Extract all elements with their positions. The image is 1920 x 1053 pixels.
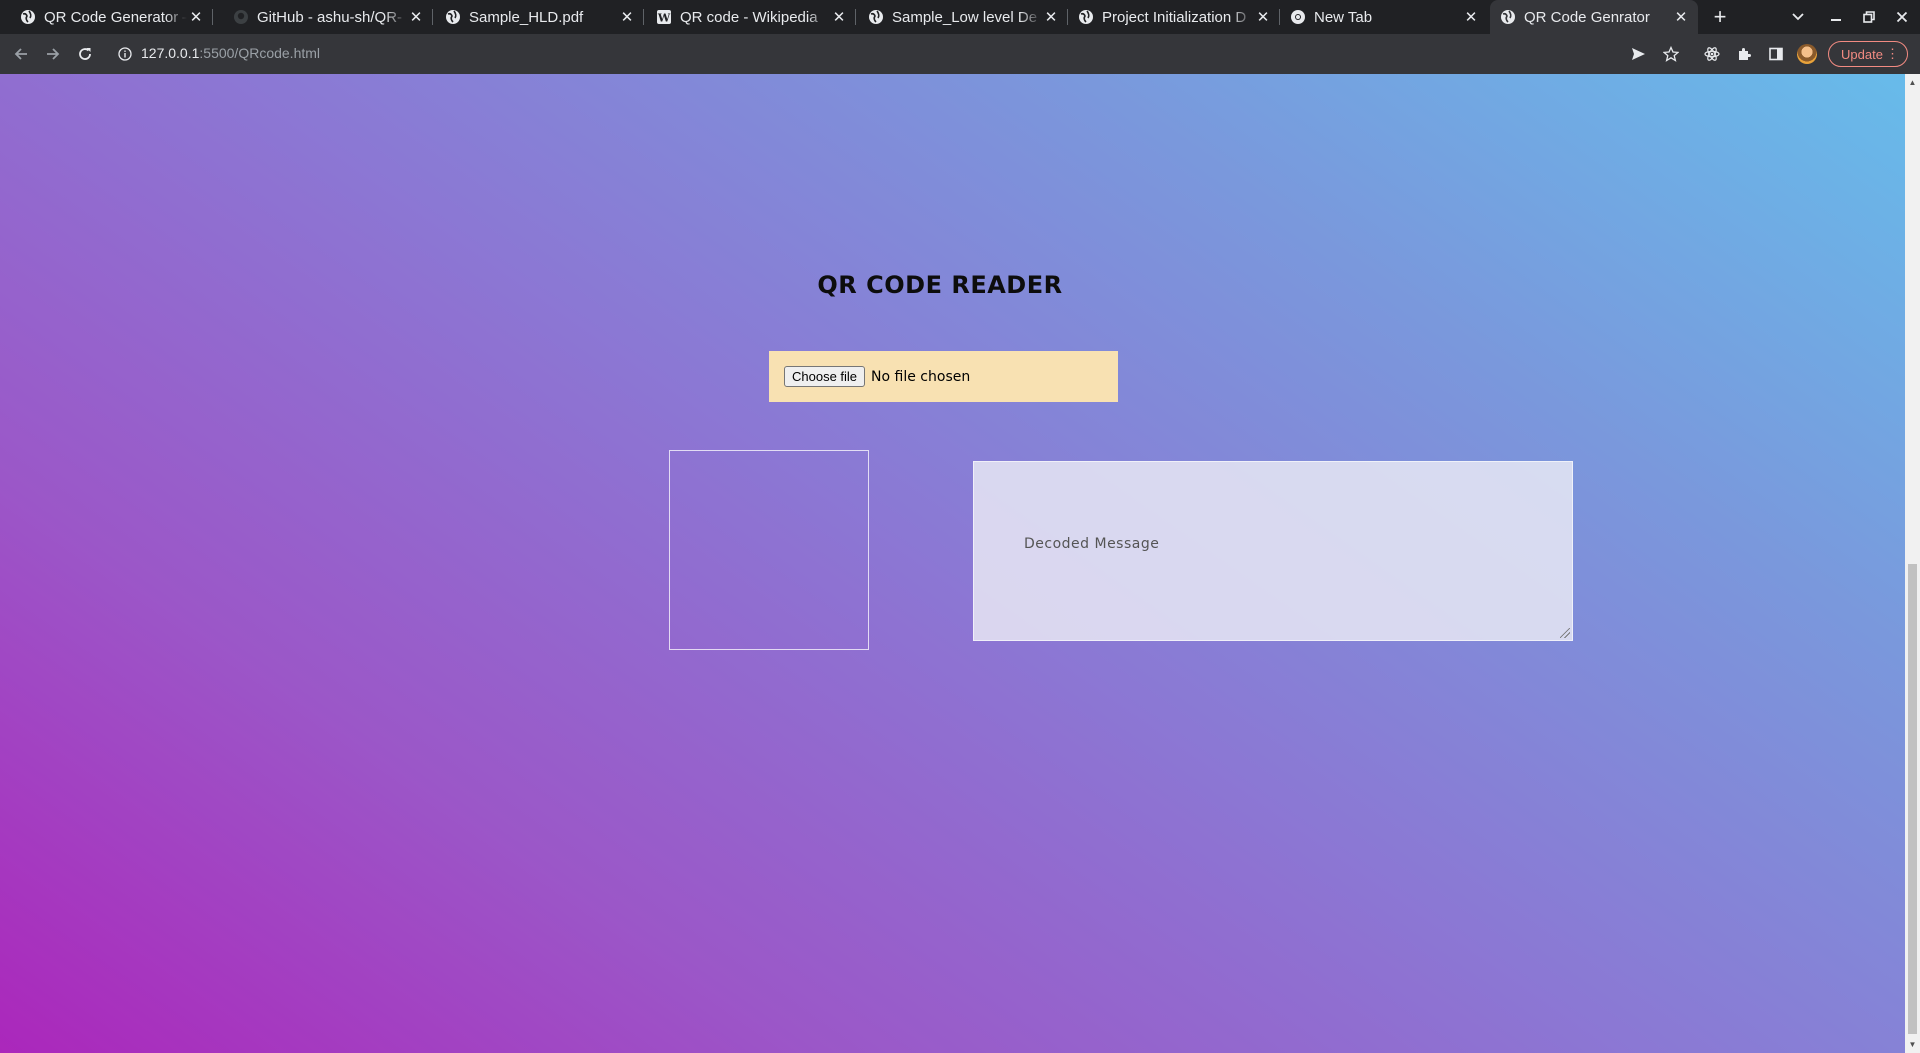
restore-icon[interactable] bbox=[1853, 0, 1885, 34]
close-icon[interactable]: ✕ bbox=[407, 8, 425, 26]
globe-icon bbox=[20, 9, 36, 25]
page-viewport: QR CODE READER Choose file No file chose… bbox=[0, 74, 1905, 1053]
close-icon[interactable]: ✕ bbox=[1462, 8, 1480, 26]
tab-title: Sample_Low level De bbox=[892, 8, 1038, 26]
tab-title: GitHub - ashu-sh/QR- bbox=[257, 8, 403, 26]
decoded-message-textarea[interactable]: Decoded Message bbox=[973, 461, 1573, 641]
file-status: No file chosen bbox=[871, 368, 971, 385]
page-title: QR CODE READER bbox=[817, 271, 1063, 299]
react-devtools-icon[interactable] bbox=[1698, 40, 1726, 68]
globe-icon bbox=[1500, 9, 1516, 25]
window-close-icon[interactable] bbox=[1886, 0, 1918, 34]
profile-avatar[interactable] bbox=[1797, 44, 1817, 64]
side-panel-icon[interactable] bbox=[1762, 40, 1790, 68]
scroll-up-arrow-icon[interactable]: ▲ bbox=[1908, 78, 1917, 87]
send-icon[interactable] bbox=[1624, 40, 1652, 68]
tab-qr-code-genrator-active[interactable]: QR Code Genrator ✕ bbox=[1490, 0, 1698, 34]
back-arrow-icon[interactable] bbox=[7, 40, 35, 68]
tab-title: QR code - Wikipedia bbox=[680, 8, 818, 26]
svg-text:W: W bbox=[657, 12, 671, 25]
page-scrollbar[interactable]: ▲ ▼ bbox=[1905, 74, 1920, 1053]
tab-wikipedia[interactable]: W QR code - Wikipedia ✕ bbox=[644, 0, 856, 34]
new-tab-button[interactable]: + bbox=[1708, 0, 1732, 34]
update-label: Update bbox=[1841, 46, 1883, 62]
close-icon[interactable]: ✕ bbox=[1672, 8, 1690, 26]
chrome-icon bbox=[1290, 9, 1306, 25]
close-icon[interactable]: ✕ bbox=[830, 8, 848, 26]
reload-icon[interactable] bbox=[71, 40, 99, 68]
tab-title: Sample_HLD.pdf bbox=[469, 8, 584, 26]
globe-icon bbox=[868, 9, 884, 25]
bookmark-star-icon[interactable] bbox=[1657, 40, 1685, 68]
forward-arrow-icon[interactable] bbox=[39, 40, 67, 68]
close-icon[interactable]: ✕ bbox=[1254, 8, 1272, 26]
tab-sample-low-level[interactable]: Sample_Low level De ✕ bbox=[856, 0, 1068, 34]
tab-title: Project Initialization D bbox=[1102, 8, 1247, 26]
address-bar[interactable]: 127.0.0.1:5500/QRcode.html bbox=[141, 45, 320, 61]
minimize-icon[interactable] bbox=[1820, 0, 1852, 34]
tab-title: QR Code Genrator bbox=[1524, 8, 1650, 26]
globe-icon bbox=[445, 9, 461, 25]
url-path: :5500/QRcode.html bbox=[199, 45, 321, 61]
tab-sample-hld[interactable]: Sample_HLD.pdf ✕ bbox=[433, 0, 644, 34]
decoded-message-placeholder: Decoded Message bbox=[1024, 536, 1160, 552]
site-info-icon[interactable] bbox=[111, 40, 139, 68]
extensions-puzzle-icon[interactable] bbox=[1730, 40, 1758, 68]
wikipedia-icon: W bbox=[656, 9, 672, 25]
qr-image-preview bbox=[669, 450, 869, 650]
tab-project-initialization[interactable]: Project Initialization D ✕ bbox=[1068, 0, 1280, 34]
tab-strip: QR Code Generator – ✕ GitHub - ashu-sh/Q… bbox=[0, 0, 1920, 34]
tab-title: QR Code Generator – bbox=[44, 8, 187, 26]
scrollbar-thumb[interactable] bbox=[1908, 564, 1917, 1034]
url-host: 127.0.0.1 bbox=[141, 45, 200, 61]
github-icon bbox=[233, 9, 249, 25]
browser-toolbar: 127.0.0.1:5500/QRcode.html Update ⋮ bbox=[0, 34, 1920, 74]
more-menu-icon[interactable]: ⋮ bbox=[1886, 46, 1899, 62]
tab-new-tab[interactable]: New Tab ✕ bbox=[1280, 0, 1488, 34]
close-icon[interactable]: ✕ bbox=[1042, 8, 1060, 26]
update-button[interactable]: Update ⋮ bbox=[1828, 41, 1908, 67]
scroll-down-arrow-icon[interactable]: ▼ bbox=[1908, 1040, 1917, 1049]
resize-handle[interactable] bbox=[1560, 628, 1570, 638]
close-icon[interactable]: ✕ bbox=[618, 8, 636, 26]
close-icon[interactable]: ✕ bbox=[187, 8, 205, 26]
file-input-container: Choose file No file chosen bbox=[769, 351, 1118, 402]
tab-github[interactable]: GitHub - ashu-sh/QR- ✕ bbox=[213, 0, 433, 34]
choose-file-button[interactable]: Choose file bbox=[784, 366, 866, 387]
tab-qr-code-generator[interactable]: QR Code Generator – ✕ bbox=[0, 0, 213, 34]
tab-title: New Tab bbox=[1314, 8, 1373, 26]
globe-icon bbox=[1078, 9, 1094, 25]
tab-search-chevron-icon[interactable] bbox=[1782, 0, 1814, 34]
